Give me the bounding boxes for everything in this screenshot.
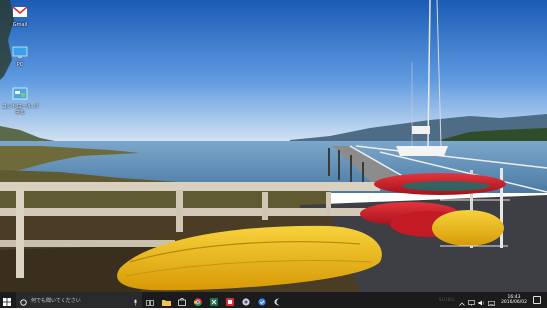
app-button-2[interactable] xyxy=(254,292,270,308)
desktop-icon-control-panel[interactable]: コントロール パネル xyxy=(1,86,39,116)
excel-icon xyxy=(210,291,218,310)
wallpaper-image xyxy=(0,0,547,292)
cortana-icon xyxy=(20,291,27,310)
desktop-wallpaper: Gmail PC コントロール パネル xyxy=(0,0,547,292)
desktop-icon-pc[interactable]: PC xyxy=(1,44,39,68)
desktop-icon-label: Gmail xyxy=(12,22,28,28)
chrome-button[interactable] xyxy=(190,292,206,308)
store-button[interactable] xyxy=(174,292,190,308)
windows-logo-icon xyxy=(3,291,11,310)
task-view-icon xyxy=(146,291,154,310)
app-icon-1 xyxy=(242,291,250,310)
desktop-icon-gmail[interactable]: Gmail xyxy=(1,4,39,28)
clock-date: 2016/06/02 xyxy=(501,300,527,305)
search-box[interactable]: 何でも聞いてください xyxy=(16,292,142,308)
control-panel-icon xyxy=(12,86,28,102)
volume-icon xyxy=(478,291,485,310)
chrome-icon xyxy=(194,291,202,310)
app-icon-3 xyxy=(274,291,282,310)
start-button[interactable] xyxy=(0,292,14,308)
media-app-button[interactable] xyxy=(222,292,238,308)
file-explorer-icon xyxy=(161,291,171,310)
excel-button[interactable] xyxy=(206,292,222,308)
computer-icon xyxy=(12,44,28,60)
file-explorer-button[interactable] xyxy=(158,292,174,308)
clock[interactable]: 16:43 2016/06/02 xyxy=(501,295,527,306)
app-button-1[interactable] xyxy=(238,292,254,308)
keyboard-button[interactable] xyxy=(488,297,496,306)
keyboard-icon xyxy=(488,291,496,310)
desktop-icon-label: PC xyxy=(16,62,24,68)
app-button-3[interactable] xyxy=(270,292,286,308)
taskbar: 何でも聞いてください SUIBU 16:43 2016/06/02 xyxy=(0,292,547,308)
volume-button[interactable] xyxy=(478,297,485,305)
store-icon xyxy=(178,291,186,310)
media-app-icon xyxy=(226,291,234,310)
desktop-icon-label: コントロール パネル xyxy=(1,104,39,116)
network-button[interactable] xyxy=(468,297,475,306)
show-hidden-icons-button[interactable] xyxy=(458,297,465,306)
gmail-icon xyxy=(12,4,28,20)
app-icon-2 xyxy=(258,291,266,310)
system-tray: SUIBU 16:43 2016/06/02 xyxy=(439,292,547,308)
search-placeholder: 何でも聞いてください xyxy=(31,297,81,304)
chevron-up-icon xyxy=(458,291,465,310)
action-center-icon[interactable] xyxy=(533,296,541,304)
microphone-icon[interactable] xyxy=(133,291,138,310)
network-icon xyxy=(468,291,475,310)
watermark-text: SUIBU xyxy=(438,297,456,303)
task-view-button[interactable] xyxy=(142,292,158,308)
